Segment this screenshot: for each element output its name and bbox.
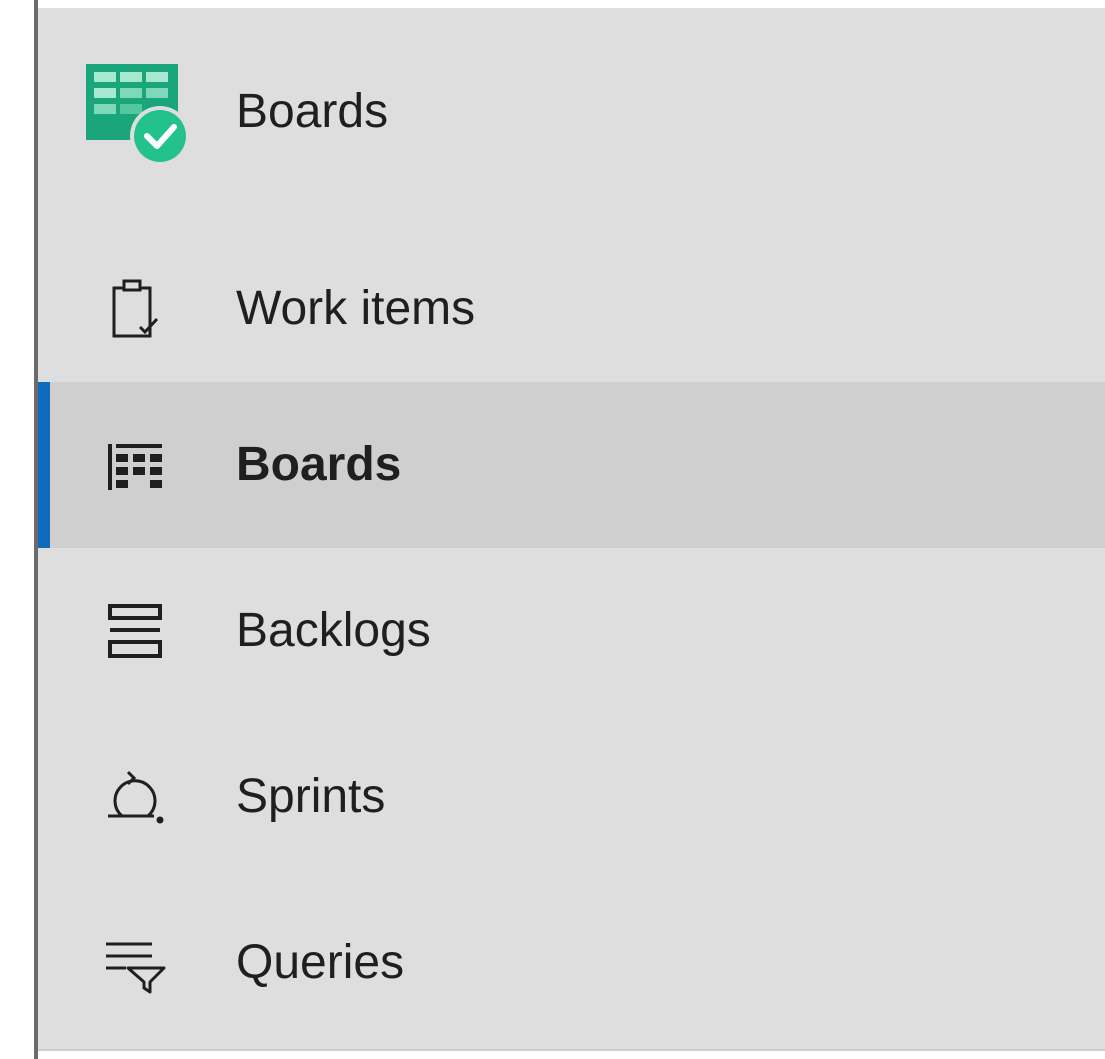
sprint-cycle-icon (108, 770, 164, 824)
nav-item-label: Queries (236, 936, 405, 989)
nav-item-boards[interactable]: Boards (38, 382, 1105, 548)
nav-item-label: Backlogs (236, 604, 431, 657)
nav-item-work-items[interactable]: Work items (38, 226, 1105, 392)
azure-boards-logo-icon (86, 64, 190, 166)
nav-item-label: Sprints (236, 770, 386, 823)
nav-item-label: Work items (236, 282, 476, 335)
nav-item-backlogs[interactable]: Backlogs (38, 548, 1105, 714)
board-grid-icon (108, 444, 162, 490)
boards-header[interactable]: Boards (38, 8, 1105, 226)
boards-navigation-panel: Boards Work items Boards Backlogs Sprint… (38, 8, 1105, 1051)
selection-indicator (38, 382, 50, 548)
query-filter-icon (106, 942, 166, 994)
nav-item-queries[interactable]: Queries (38, 880, 1105, 1046)
clipboard-check-icon (112, 279, 159, 338)
header-title: Boards (236, 85, 389, 138)
backlog-list-icon (108, 604, 162, 658)
app-frame: Boards Work items Boards Backlogs Sprint… (0, 0, 1105, 1059)
nav-item-sprints[interactable]: Sprints (38, 714, 1105, 880)
nav-item-label: Boards (236, 438, 402, 491)
